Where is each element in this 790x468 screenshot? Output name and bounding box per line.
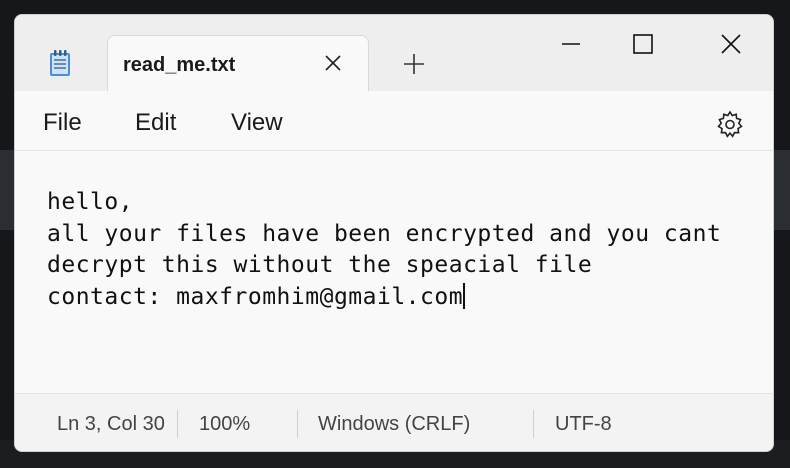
divider (297, 410, 298, 438)
editor-line: hello, (47, 189, 134, 215)
notepad-icon (47, 49, 73, 77)
menu-edit[interactable]: Edit (135, 109, 176, 137)
editor-line: contact: maxfromhim@gmail.com (47, 283, 464, 310)
tab-title: read_me.txt (123, 54, 236, 76)
editor-line: decrypt this without the speacial file (47, 252, 593, 278)
notepad-window: read_me.txt File Edit View hello, all yo… (14, 14, 774, 452)
divider (533, 410, 534, 438)
editor-line: all your files have been encrypted and y… (47, 220, 722, 247)
encoding[interactable]: UTF-8 (555, 413, 612, 436)
new-tab-plus-icon[interactable] (401, 51, 427, 77)
title-bar: read_me.txt (15, 15, 773, 93)
menu-view[interactable]: View (231, 109, 283, 137)
text-editor[interactable]: hello, all your files have been encrypte… (15, 151, 773, 393)
menu-file[interactable]: File (43, 109, 82, 137)
gear-icon[interactable] (715, 109, 745, 139)
tab-read-me[interactable]: read_me.txt (107, 35, 369, 93)
maximize-icon[interactable] (621, 29, 665, 59)
tab-close-icon[interactable] (320, 50, 346, 76)
zoom-level[interactable]: 100% (199, 413, 250, 436)
divider (177, 410, 178, 438)
line-ending[interactable]: Windows (CRLF) (318, 413, 470, 436)
editor-content[interactable]: hello, all your files have been encrypte… (47, 187, 721, 313)
status-bar: Ln 3, Col 30 100% Windows (CRLF) UTF-8 (15, 393, 773, 451)
text-caret (463, 282, 465, 309)
close-icon[interactable] (709, 29, 753, 59)
menu-bar: File Edit View (15, 91, 773, 151)
minimize-icon[interactable] (549, 29, 593, 59)
cursor-position[interactable]: Ln 3, Col 30 (57, 413, 165, 436)
